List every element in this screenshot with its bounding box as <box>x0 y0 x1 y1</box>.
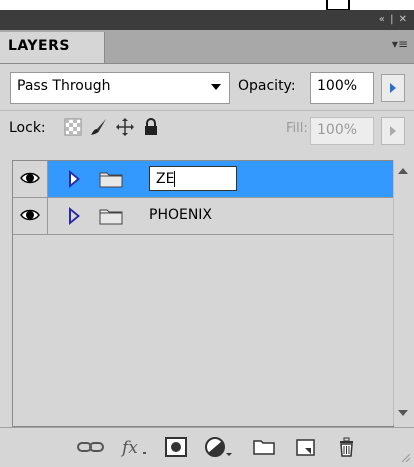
layer-mask-icon[interactable] <box>164 436 190 458</box>
scroll-up-icon[interactable] <box>398 168 408 174</box>
opacity-input[interactable]: 100% <box>310 72 374 104</box>
fill-slider-button[interactable] <box>381 117 405 145</box>
layer-name-value: ZE <box>156 171 175 187</box>
folder-icon <box>99 172 123 188</box>
titlebar-controls[interactable]: « | ✕ <box>379 11 408 29</box>
folder-icon <box>99 209 123 225</box>
tab-layers[interactable]: LAYERS <box>0 32 105 63</box>
visibility-toggle[interactable] <box>13 198 48 234</box>
lock-label: Lock: <box>9 120 46 136</box>
tab-label: LAYERS <box>8 38 70 54</box>
opacity-value: 100% <box>317 78 358 94</box>
fx-icon[interactable]: fx <box>120 436 150 458</box>
scrollbar[interactable] <box>393 160 414 425</box>
layer-name-input[interactable]: ZE <box>149 166 237 191</box>
panel-menu-icon[interactable]: ▾≡ <box>392 37 408 51</box>
panel-menu-glyph: ≡ <box>397 37 408 51</box>
lock-pixels-icon[interactable] <box>90 118 108 136</box>
delete-layer-icon[interactable] <box>334 436 360 458</box>
top-strip <box>0 0 414 10</box>
fill-input[interactable]: 100% <box>310 117 374 145</box>
adjustment-layer-icon[interactable] <box>204 436 234 458</box>
blend-mode-select[interactable]: Pass Through <box>10 72 230 104</box>
eye-icon <box>20 172 40 184</box>
chevron-right-icon <box>390 83 396 93</box>
fill-label: Fill: <box>286 121 308 136</box>
fill-value: 100% <box>317 122 358 138</box>
chevron-down-icon <box>211 84 221 90</box>
expand-triangle-fill <box>71 211 77 221</box>
new-layer-icon[interactable] <box>294 436 320 458</box>
svg-text:fx: fx <box>120 438 138 458</box>
text-caret <box>174 171 176 187</box>
link-layers-icon[interactable] <box>76 436 106 458</box>
eye-icon <box>20 209 40 221</box>
lock-all-icon[interactable] <box>142 118 160 136</box>
resize-grip-icon[interactable] <box>399 451 411 463</box>
scroll-down-icon[interactable] <box>398 410 408 416</box>
layer-row[interactable]: PHOENIX <box>13 198 393 235</box>
lock-transparency-icon[interactable] <box>64 118 82 136</box>
opacity-label: Opacity: <box>238 78 296 94</box>
blend-mode-value: Pass Through <box>17 78 111 94</box>
divider <box>0 110 414 111</box>
layer-name: PHOENIX <box>149 207 213 223</box>
expand-triangle-fill <box>71 174 77 184</box>
new-group-icon[interactable] <box>252 436 278 458</box>
layer-row[interactable]: ZE <box>13 161 393 198</box>
panel-titlebar[interactable] <box>0 10 414 30</box>
opacity-slider-button[interactable] <box>381 74 405 102</box>
layers-list[interactable]: ZE PHOENIX <box>12 160 394 427</box>
chevron-right-icon <box>390 126 396 136</box>
lock-position-icon[interactable] <box>116 118 134 136</box>
visibility-toggle[interactable] <box>13 161 48 197</box>
